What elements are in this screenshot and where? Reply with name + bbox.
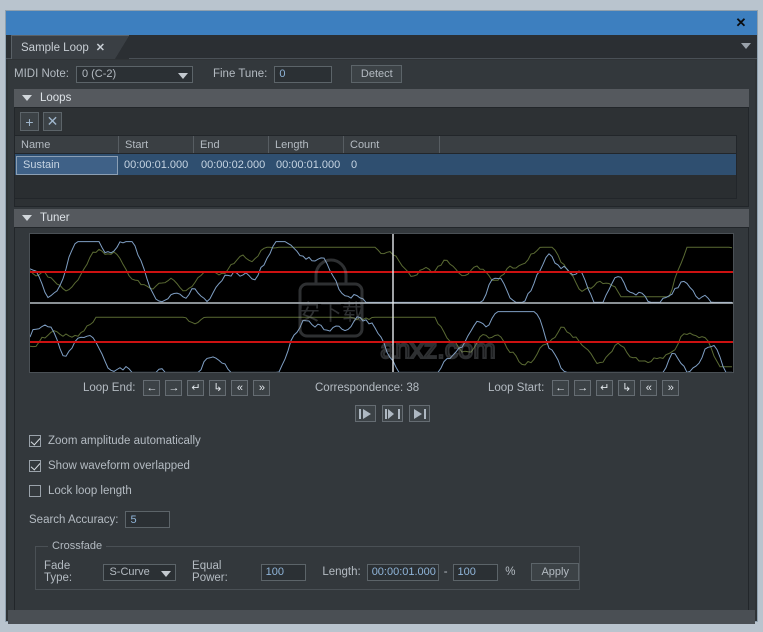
loop-start-controls: Loop Start: ← → ↵ ↳ « » [488, 380, 680, 396]
loop-start-step-right-button[interactable]: → [574, 380, 592, 396]
tuner-panel: 安下载 anxz.com Loop End: ← → ↵ ↳ « » Corre… [14, 227, 749, 612]
zoom-amplitude-checkbox-row[interactable]: Zoom amplitude automatically [29, 435, 201, 447]
transport-controls [355, 405, 430, 422]
waveform-top [30, 241, 733, 303]
tab-close-icon[interactable]: ✕ [96, 41, 105, 54]
tab-strip: Sample Loop ✕ [6, 35, 757, 59]
crossfade-legend: Crossfade [48, 540, 107, 552]
close-icon[interactable]: ✕ [733, 15, 749, 31]
column-header-end[interactable]: End [194, 136, 269, 153]
fade-type-label: Fade Type: [44, 560, 73, 584]
column-header-count[interactable]: Count [344, 136, 440, 153]
lock-loop-length-checkbox-row[interactable]: Lock loop length [29, 485, 132, 497]
fade-type-value: S-Curve [109, 566, 150, 578]
equal-power-label: Equal Power: [192, 560, 228, 584]
loop-start-snap-left-button[interactable]: ↵ [596, 380, 614, 396]
midi-note-value: 0 (C-2) [81, 68, 117, 80]
zoom-amplitude-checkbox[interactable] [29, 435, 41, 447]
detect-button[interactable]: Detect [351, 65, 403, 83]
cell-length: 00:00:01.000 [276, 158, 341, 171]
search-accuracy-input[interactable]: 5 [125, 511, 171, 528]
length-label: Length: [322, 566, 361, 578]
triangle-down-icon [22, 95, 32, 101]
status-bar [8, 610, 755, 624]
cell-count: 0 [351, 158, 358, 171]
triangle-down-icon [22, 215, 32, 221]
midi-toolbar: MIDI Note: 0 (C-2) Fine Tune: 0 Detect [14, 64, 403, 84]
add-loop-button[interactable]: + [20, 112, 39, 131]
chevron-down-icon [161, 570, 172, 577]
fade-type-select[interactable]: S-Curve [103, 563, 177, 581]
show-waveform-overlapped-checkbox-row[interactable]: Show waveform overlapped [29, 460, 190, 472]
loop-end-step-left-button[interactable]: ← [143, 380, 161, 396]
loop-end-controls: Loop End: ← → ↵ ↳ « » [83, 380, 271, 396]
loop-start-jump-left-button[interactable]: « [640, 380, 658, 396]
play-from-loop-start-button[interactable] [355, 405, 376, 422]
loop-start-label: Loop Start: [488, 382, 545, 394]
loops-group-header[interactable]: Loops [14, 89, 749, 107]
correspondence-value: Correspondence: 38 [315, 382, 420, 394]
lock-loop-length-label: Lock loop length [48, 485, 132, 497]
search-accuracy-row: Search Accuracy: 5 [29, 511, 171, 528]
waveform-svg [30, 234, 733, 372]
tab-label: Sample Loop [21, 41, 89, 54]
main-panel: MIDI Note: 0 (C-2) Fine Tune: 0 Detect L… [8, 60, 755, 618]
percent-symbol: % [505, 566, 516, 578]
waveform-display[interactable]: 安下载 anxz.com [29, 233, 734, 373]
loop-end-snap-right-button[interactable]: ↳ [209, 380, 227, 396]
midi-note-label: MIDI Note: [14, 68, 69, 80]
column-header-name[interactable]: Name [15, 136, 119, 153]
loops-table: Name Start End Length Count Sustain 00:0… [14, 135, 737, 199]
loops-table-body: Sustain 00:00:01.000 00:00:02.000 00:00:… [14, 154, 737, 199]
fine-tune-label: Fine Tune: [212, 68, 268, 80]
loop-start-jump-right-button[interactable]: » [662, 380, 680, 396]
loops-toolbar: + ✕ [20, 112, 62, 131]
loop-end-jump-right-button[interactable]: » [253, 380, 271, 396]
crossfade-length-input[interactable]: 00:00:01.000 [366, 563, 439, 581]
search-accuracy-label: Search Accuracy: [29, 513, 119, 526]
loop-end-step-right-button[interactable]: → [165, 380, 183, 396]
loop-start-snap-right-button[interactable]: ↳ [618, 380, 636, 396]
tab-slant-edge [115, 35, 129, 59]
tab-sample-loop[interactable]: Sample Loop ✕ [11, 35, 115, 59]
crossfade-percent-input[interactable]: 100 [452, 563, 499, 581]
crossfade-controls: Fade Type: S-Curve Equal Power: 100 Leng… [44, 560, 579, 584]
title-bar: ✕ [6, 11, 757, 35]
loop-end-label: Loop End: [83, 382, 136, 394]
tuner-group-title: Tuner [40, 212, 70, 224]
cell-name: Sustain [16, 155, 118, 175]
show-waveform-overlapped-label: Show waveform overlapped [48, 460, 190, 472]
loops-table-header: Name Start End Length Count [14, 135, 737, 154]
loop-end-jump-left-button[interactable]: « [231, 380, 249, 396]
column-header-start[interactable]: Start [119, 136, 194, 153]
play-loop-button[interactable] [382, 405, 403, 422]
show-waveform-overlapped-checkbox[interactable] [29, 460, 41, 472]
chevron-down-icon[interactable] [741, 43, 751, 49]
play-to-loop-end-button[interactable] [409, 405, 430, 422]
loop-end-snap-left-button[interactable]: ↵ [187, 380, 205, 396]
apply-button[interactable]: Apply [531, 563, 579, 581]
crossfade-group: Crossfade Fade Type: S-Curve Equal Power… [35, 540, 580, 590]
fine-tune-input[interactable]: 0 [274, 65, 333, 83]
cell-end: 00:00:02.000 [201, 158, 266, 171]
column-header-length[interactable]: Length [269, 136, 344, 153]
tuner-group-header[interactable]: Tuner [14, 209, 749, 227]
equal-power-input[interactable]: 100 [260, 563, 307, 581]
sample-loop-window: ✕ Sample Loop ✕ MIDI Note: 0 (C-2) Fine … [0, 0, 763, 632]
length-dash: - [443, 566, 448, 578]
cell-start: 00:00:01.000 [124, 158, 189, 171]
delete-loop-button[interactable]: ✕ [43, 112, 62, 131]
loop-start-step-left-button[interactable]: ← [552, 380, 570, 396]
midi-note-select[interactable]: 0 (C-2) [75, 65, 193, 83]
zoom-amplitude-label: Zoom amplitude automatically [48, 435, 201, 447]
lock-loop-length-checkbox[interactable] [29, 485, 41, 497]
loops-group-title: Loops [40, 92, 72, 104]
chevron-down-icon [177, 72, 188, 79]
table-row[interactable]: Sustain 00:00:01.000 00:00:02.000 00:00:… [15, 154, 736, 175]
waveform-bottom [30, 311, 733, 372]
